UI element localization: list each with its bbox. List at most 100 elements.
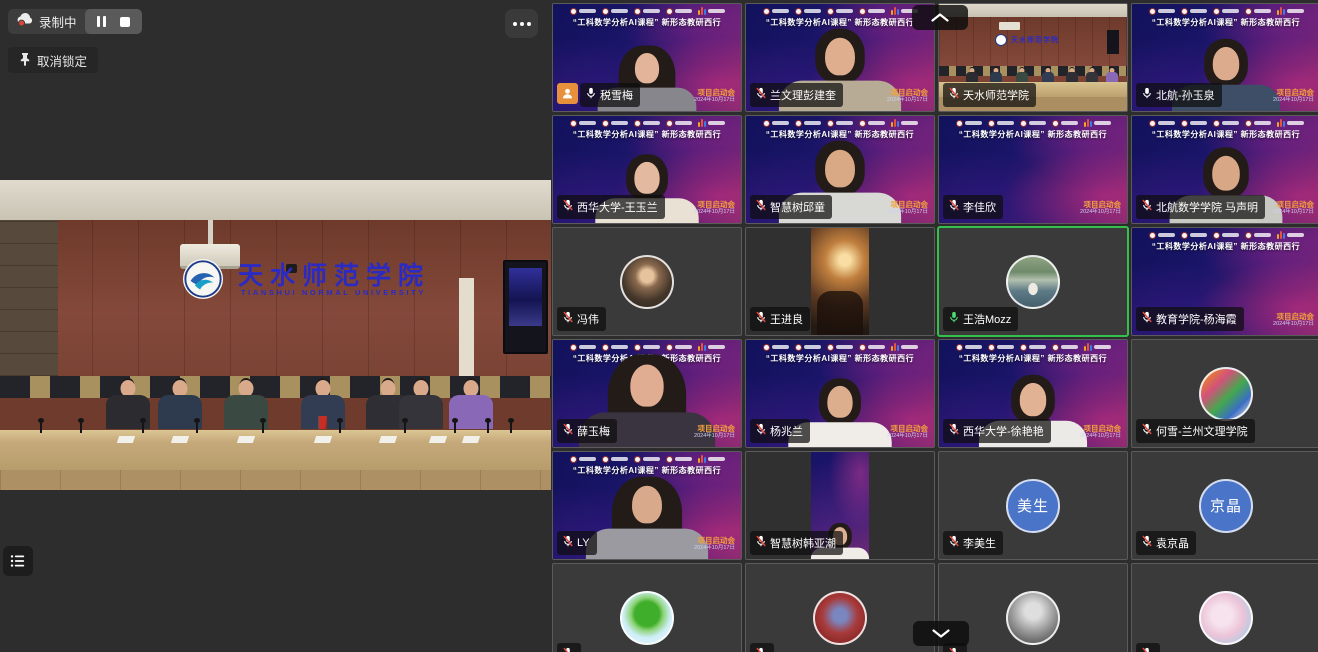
mic-muted-icon	[562, 646, 574, 652]
participant-tile[interactable]: “工科数学分析AI课程” 新形态教研西行项目启动会2024年10月17日李佳欣	[939, 116, 1127, 223]
sponsor-logo	[1181, 120, 1207, 127]
participant-tile[interactable]: “工科数学分析AI课程” 新形态教研西行项目启动会2024年10月17日西华大学…	[939, 340, 1127, 447]
sponsor-logo-bars	[1277, 119, 1304, 127]
pinned-main-video[interactable]: 天水师范学院 TIANSHUI NORMAL UNIVERSITY	[0, 180, 551, 490]
sponsor-logos-strip	[553, 7, 741, 15]
participant-tile[interactable]	[1132, 564, 1318, 652]
cancel-pin-button[interactable]: 取消锁定	[8, 47, 98, 73]
participant-name: 袁京晶	[1156, 535, 1189, 551]
participants-grid: “工科数学分析AI课程” 新形态教研西行项目启动会2024年10月17日税雪梅“…	[551, 0, 1318, 652]
blossom-photo	[1199, 591, 1253, 645]
mic-muted-icon	[1141, 422, 1153, 440]
sponsor-logo	[666, 456, 692, 463]
chevron-down-icon[interactable]	[913, 621, 969, 646]
sponsor-logo	[602, 120, 628, 127]
mic-muted-icon	[755, 86, 767, 104]
mic-muted-icon	[755, 646, 767, 652]
banner-title: “工科数学分析AI课程” 新形态教研西行	[1132, 17, 1318, 28]
participant-name: 王进良	[770, 311, 803, 327]
name-pill: 王浩Mozz	[943, 307, 1018, 331]
participant-name: LY	[577, 537, 590, 549]
sponsor-logo	[859, 8, 885, 15]
participant-tile[interactable]: “工科数学分析AI课程” 新形态教研西行项目启动会2024年10月17日税雪梅	[553, 4, 741, 111]
sponsor-logo-bars	[698, 7, 725, 15]
layout-list-button[interactable]	[3, 546, 33, 576]
participant-tile[interactable]	[746, 564, 934, 652]
child-bw-photo	[1006, 591, 1060, 645]
chevron-up-icon[interactable]	[912, 5, 968, 30]
participant-tile[interactable]: 何雪-兰州文理学院	[1132, 340, 1318, 447]
participant-tile[interactable]: 智慧树韩亚潮	[746, 452, 934, 559]
name-pill: 天水师范学院	[943, 83, 1036, 107]
participant-tile[interactable]: “工科数学分析AI课程” 新形态教研西行项目启动会2024年10月17日教育学院…	[1132, 228, 1318, 335]
mic-muted-icon	[562, 534, 574, 552]
mic-muted-icon	[1141, 534, 1153, 552]
participant-name: 兰文理彭建奎	[770, 87, 836, 103]
sponsor-logo	[988, 120, 1014, 127]
sponsor-logo	[988, 344, 1014, 351]
pause-recording-button[interactable]	[97, 16, 106, 27]
banner-title: “工科数学分析AI课程” 新形态教研西行	[553, 465, 741, 476]
name-pill: 北航-孙玉泉	[1136, 83, 1222, 107]
participant-name: 薛玉梅	[577, 423, 610, 439]
sponsor-logo	[1020, 120, 1046, 127]
sponsor-logo	[1181, 8, 1207, 15]
stop-recording-button[interactable]	[120, 17, 130, 27]
sponsor-logo	[827, 8, 853, 15]
side-display	[503, 260, 548, 354]
participant-name: 教育学院-杨海霞	[1156, 311, 1237, 327]
mic-muted-icon	[755, 534, 767, 552]
participant-tile[interactable]: “工科数学分析AI课程” 新形态教研西行项目启动会2024年10月17日杨兆兰	[746, 340, 934, 447]
event-badge: 项目启动会2024年10月17日	[694, 536, 735, 552]
participant-tile[interactable]: 王浩Mozz	[939, 228, 1127, 335]
sponsor-logo	[666, 8, 692, 15]
sponsor-logo-bars	[1277, 231, 1304, 239]
sponsor-logo	[634, 8, 660, 15]
mic-muted-icon	[948, 86, 960, 104]
participant-tile[interactable]: “工科数学分析AI课程” 新形态教研西行项目启动会2024年10月17日北航数学…	[1132, 116, 1318, 223]
initials-avatar: 美生	[1006, 479, 1060, 533]
participant-tile[interactable]: “工科数学分析AI课程” 新形态教研西行项目启动会2024年10月17日智慧树邱…	[746, 116, 934, 223]
sponsor-logo-bars	[698, 119, 725, 127]
name-pill: 袁京晶	[1136, 531, 1196, 555]
participant-name: 天水师范学院	[963, 87, 1029, 103]
participant-tile[interactable]: “工科数学分析AI课程” 新形态教研西行项目启动会2024年10月17日北航-孙…	[1132, 4, 1318, 111]
participant-tile[interactable]: 美生李美生	[939, 452, 1127, 559]
sponsor-logos-strip	[1132, 231, 1318, 239]
participant-name: 杨兆兰	[770, 423, 803, 439]
name-pill: 杨兆兰	[750, 419, 810, 443]
banner-title: “工科数学分析AI课程” 新形态教研西行	[939, 353, 1127, 364]
sponsor-logos-strip	[746, 7, 934, 15]
game-character-photo	[813, 591, 867, 645]
table-flag	[318, 416, 327, 429]
sponsor-logo	[1245, 232, 1271, 239]
sponsor-logo	[827, 344, 853, 351]
sponsor-logos-strip	[746, 343, 934, 351]
sponsor-logo	[859, 120, 885, 127]
sponsor-logo	[602, 344, 628, 351]
participant-tile[interactable]: “工科数学分析AI课程” 新形态教研西行项目启动会2024年10月17日西华大学…	[553, 116, 741, 223]
mic-muted-icon	[1141, 646, 1153, 652]
sponsor-logo	[1213, 8, 1239, 15]
participant-tile[interactable]: “工科数学分析AI课程” 新形态教研西行项目启动会2024年10月17日兰文理彭…	[746, 4, 934, 111]
participant-name: 李美生	[963, 535, 996, 551]
participant-tile[interactable]	[553, 564, 741, 652]
initials-avatar: 京晶	[1199, 479, 1253, 533]
participant-tile[interactable]: “工科数学分析AI课程” 新形态教研西行项目启动会2024年10月17日 LY	[553, 452, 741, 559]
participant-tile[interactable]: “工科数学分析AI课程” 新形态教研西行项目启动会2024年10月17日薛玉梅	[553, 340, 741, 447]
clover-hand-photo	[620, 591, 674, 645]
more-options-button[interactable]	[505, 9, 538, 38]
name-pill: 税雪梅	[580, 83, 640, 107]
participant-tile[interactable]: 王进良	[746, 228, 934, 335]
sponsor-logo	[859, 344, 885, 351]
sponsor-logo	[1149, 120, 1175, 127]
sponsor-logo	[1213, 232, 1239, 239]
participant-name: 税雪梅	[600, 87, 633, 103]
sponsor-logos-strip	[746, 119, 934, 127]
participant-tile[interactable]: 冯伟	[553, 228, 741, 335]
sponsor-logo	[956, 344, 982, 351]
participant-tile[interactable]: 京晶袁京晶	[1132, 452, 1318, 559]
mic-muted-icon	[948, 422, 960, 440]
sponsor-logo	[1213, 120, 1239, 127]
participant-name: 王浩Mozz	[963, 311, 1011, 327]
